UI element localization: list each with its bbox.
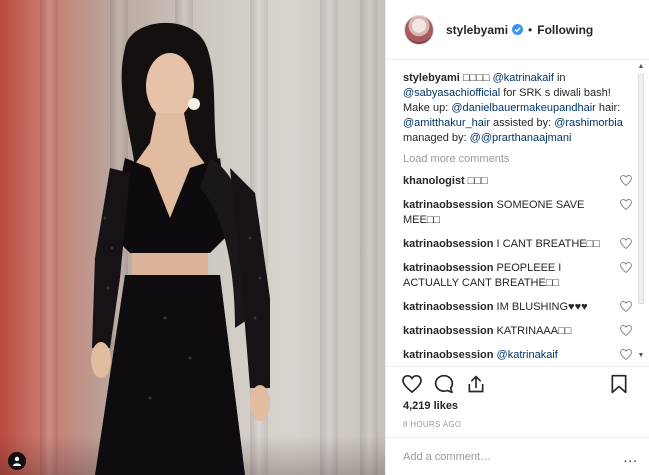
comment-username[interactable]: katrinaobsession xyxy=(403,325,493,337)
comment-username[interactable]: katrinaobsession xyxy=(403,301,493,313)
comments-scrollbar[interactable]: ▲ ▼ xyxy=(636,62,646,360)
mention-link[interactable]: @katrinakaif xyxy=(493,72,554,84)
caption-emoji: □□□□ xyxy=(462,72,490,84)
user-tag-icon[interactable] xyxy=(8,452,26,470)
comment-input[interactable] xyxy=(403,450,603,463)
comment-item: khanologist □□□ xyxy=(403,174,632,189)
mention-link[interactable]: @sabyasachiofficial xyxy=(403,87,500,99)
post-header: stylebyami • Following xyxy=(386,0,649,60)
share-icon[interactable] xyxy=(465,373,487,395)
caption-text: assisted by: xyxy=(489,117,555,129)
comment-item: katrinaobsession @katrinakaif xyxy=(403,348,632,363)
heart-icon[interactable] xyxy=(620,199,632,210)
caption-text: managed by: xyxy=(403,132,470,144)
scroll-up-arrow-icon[interactable]: ▲ xyxy=(636,62,646,71)
post-actions-bar xyxy=(386,366,649,400)
comment-item: katrinaobsession SOMEONE SAVE MEE□□ xyxy=(403,198,632,228)
heart-icon[interactable] xyxy=(620,325,632,336)
comment-item: katrinaobsession I CANT BREATHE□□ xyxy=(403,237,632,252)
heart-icon[interactable] xyxy=(620,175,632,186)
scroll-thumb[interactable] xyxy=(638,74,644,304)
comment-text: KATRINAAA□□ xyxy=(496,325,572,337)
avatar[interactable] xyxy=(404,14,434,45)
mention-link[interactable]: @danielbauermakeupandhair xyxy=(451,102,596,114)
post-photo[interactable] xyxy=(0,0,385,475)
verified-badge-icon xyxy=(512,24,524,35)
comment-username[interactable]: katrinaobsession xyxy=(403,199,493,211)
mention-link[interactable]: @rashimorbia xyxy=(554,117,623,129)
comments-list[interactable]: stylebyami □□□□ @katrinakaif in @sabyasa… xyxy=(386,61,649,366)
curtain-fold xyxy=(320,0,338,475)
more-options-button[interactable]: ... xyxy=(623,449,638,465)
photo-subject xyxy=(70,18,290,475)
caption-text: in xyxy=(553,72,566,84)
likes-count[interactable]: 4,219 likes xyxy=(403,400,458,412)
comment-username[interactable]: khanologist xyxy=(403,175,465,187)
load-more-comments-button[interactable]: Load more comments xyxy=(403,153,632,165)
add-comment-section: ... xyxy=(386,437,649,475)
comment-text: □□□ xyxy=(467,175,488,187)
separator-dot: • xyxy=(528,22,533,37)
heart-icon[interactable] xyxy=(620,238,632,249)
comment-icon[interactable] xyxy=(433,373,455,395)
bookmark-icon[interactable] xyxy=(608,373,630,395)
heart-icon[interactable] xyxy=(401,373,423,395)
caption-username[interactable]: stylebyami xyxy=(403,72,460,84)
comment-item: katrinaobsession KATRINAAA□□ xyxy=(403,324,632,339)
caption-text: hair: xyxy=(595,102,621,114)
comment-text: IM BLUSHING♥♥♥ xyxy=(496,301,588,313)
heart-icon[interactable] xyxy=(620,301,632,312)
heart-icon[interactable] xyxy=(620,262,632,273)
mention-link[interactable]: @katrinakaif xyxy=(497,349,558,361)
post-timestamp[interactable]: 8 HOURS AGO xyxy=(403,420,461,429)
heart-icon[interactable] xyxy=(620,349,632,360)
comment-item: katrinaobsession IM BLUSHING♥♥♥ xyxy=(403,300,632,315)
mention-link[interactable]: @@prarthanaajmani xyxy=(470,132,572,144)
following-button[interactable]: Following xyxy=(537,23,593,37)
comment-username[interactable]: katrinaobsession xyxy=(403,262,493,274)
comment-item: katrinaobsession PEOPLEEE I ACTUALLY CAN… xyxy=(403,261,632,291)
comment-username[interactable]: katrinaobsession xyxy=(403,349,493,361)
comment-username[interactable]: katrinaobsession xyxy=(403,238,493,250)
author-username[interactable]: stylebyami xyxy=(446,23,508,37)
curtain-fold xyxy=(40,0,58,475)
curtain-fold xyxy=(360,0,378,475)
post-details-panel: stylebyami • Following stylebyami □□□□ @… xyxy=(385,0,649,475)
mention-link[interactable]: @amitthakur_hair xyxy=(403,117,490,129)
comment-text: I CANT BREATHE□□ xyxy=(496,238,600,250)
scroll-down-arrow-icon[interactable]: ▼ xyxy=(636,351,646,360)
post-caption: stylebyami □□□□ @katrinakaif in @sabyasa… xyxy=(403,71,632,146)
